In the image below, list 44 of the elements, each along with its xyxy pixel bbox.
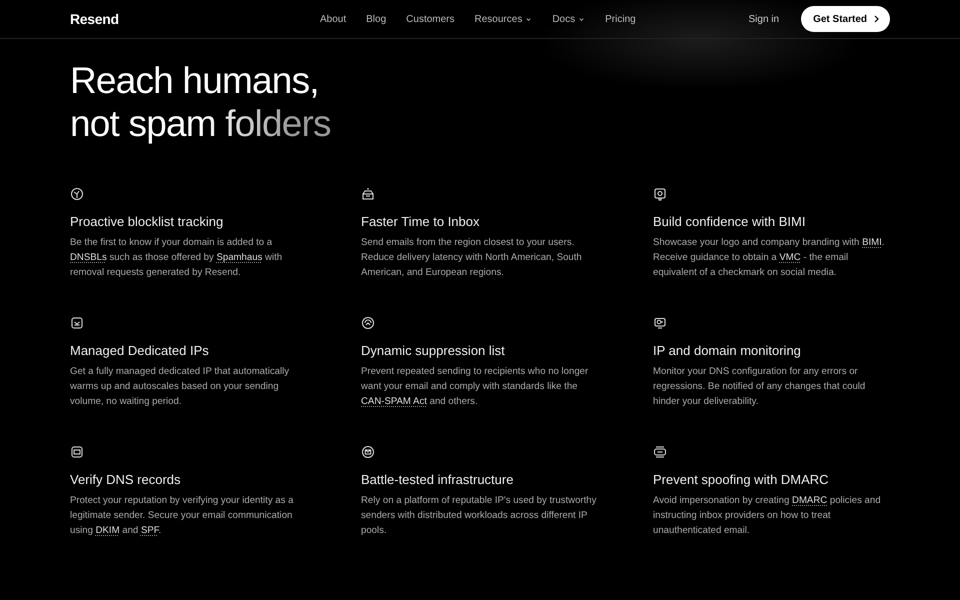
inline-link[interactable]: DKIM — [96, 525, 120, 536]
feature-description: Protect your reputation by verifying your identity as a legitimate sender. Secure your email communication using DKIM and SPF. — [70, 494, 294, 538]
nav-link[interactable]: Docs — [552, 14, 586, 24]
nav-link[interactable]: Pricing — [605, 14, 636, 24]
mail-circle-icon — [361, 445, 375, 459]
chevron-icon — [873, 15, 880, 23]
feature-description: Avoid impersonation by creating DMARC policies and instructing inbox providers on how to treat unauthenticated email. — [653, 494, 882, 538]
inbox-tray-icon — [361, 187, 375, 201]
feature-description: Be the first to know if your domain is added to a DNSBLs such as those offered by Spamhaus with removal requests generated by Resend. — [70, 236, 284, 280]
feature-description: Send emails from the region closest to your users. Reduce delivery latency with North American, South American, and European regions. — [361, 236, 583, 280]
feature-title: IP and domain monitoring — [653, 343, 801, 358]
chevron-icon — [578, 16, 586, 22]
feature-title: Proactive blocklist tracking — [70, 214, 224, 229]
feature-description: Get a fully managed dedicated IP that automatically warms up and autoscales based on your sending volume, no waiting period. — [70, 365, 290, 409]
inline-link[interactable]: SPF — [140, 525, 159, 536]
inline-link[interactable]: BIMI — [862, 237, 882, 248]
nav-link[interactable]: Customers — [406, 14, 455, 24]
nav-link[interactable]: Resources — [474, 14, 532, 24]
feature-description: Showcase your logo and company branding with BIMI. Receive guidance to obtain a VMC - the email equivalent of a checkmark on social media. — [653, 236, 886, 280]
feature-title: Build confidence with BIMI — [653, 214, 806, 229]
hero-heading: Reach humans, — [70, 59, 319, 102]
feature-description: Rely on a platform of reputable IP's used by trustworthy senders with distributed workloads across different IP pools. — [361, 494, 598, 538]
feature-title: Dynamic suppression list — [361, 343, 505, 358]
feature-title: Prevent spoofing with DMARC — [653, 472, 829, 487]
feature-title: Faster Time to Inbox — [361, 214, 480, 229]
feature-title: Battle-tested infrastructure — [361, 472, 514, 487]
feature-title: Managed Dedicated IPs — [70, 343, 209, 358]
inline-link[interactable]: DMARC — [792, 495, 828, 506]
inline-link[interactable]: DNSBLs — [70, 252, 107, 263]
logo[interactable]: Resend — [70, 11, 320, 27]
inline-link[interactable]: CAN-SPAM Act — [361, 396, 427, 407]
chevron-icon — [525, 16, 532, 22]
feature-description: Monitor your DNS configuration for any errors or regressions. Be notified of any changes that could hinder your deliverability. — [653, 365, 866, 409]
inline-link[interactable]: VMC — [779, 252, 801, 263]
inline-link[interactable]: Spamhaus — [216, 252, 262, 263]
monitor-icon — [653, 316, 667, 330]
get-started-button[interactable]: Get Started — [801, 6, 890, 32]
feature-title: Verify DNS records — [70, 472, 181, 487]
chip-icon — [70, 445, 84, 459]
nav-link[interactable]: About — [320, 14, 346, 24]
feature-description: Prevent repeated sending to recipients who no longer want your email and comply with standards like the CAN-SPAM Act and others. — [361, 365, 590, 409]
badge-icon — [653, 187, 667, 201]
sign-in-link[interactable]: Sign in — [748, 14, 780, 24]
nav-link[interactable]: Blog — [366, 14, 386, 24]
